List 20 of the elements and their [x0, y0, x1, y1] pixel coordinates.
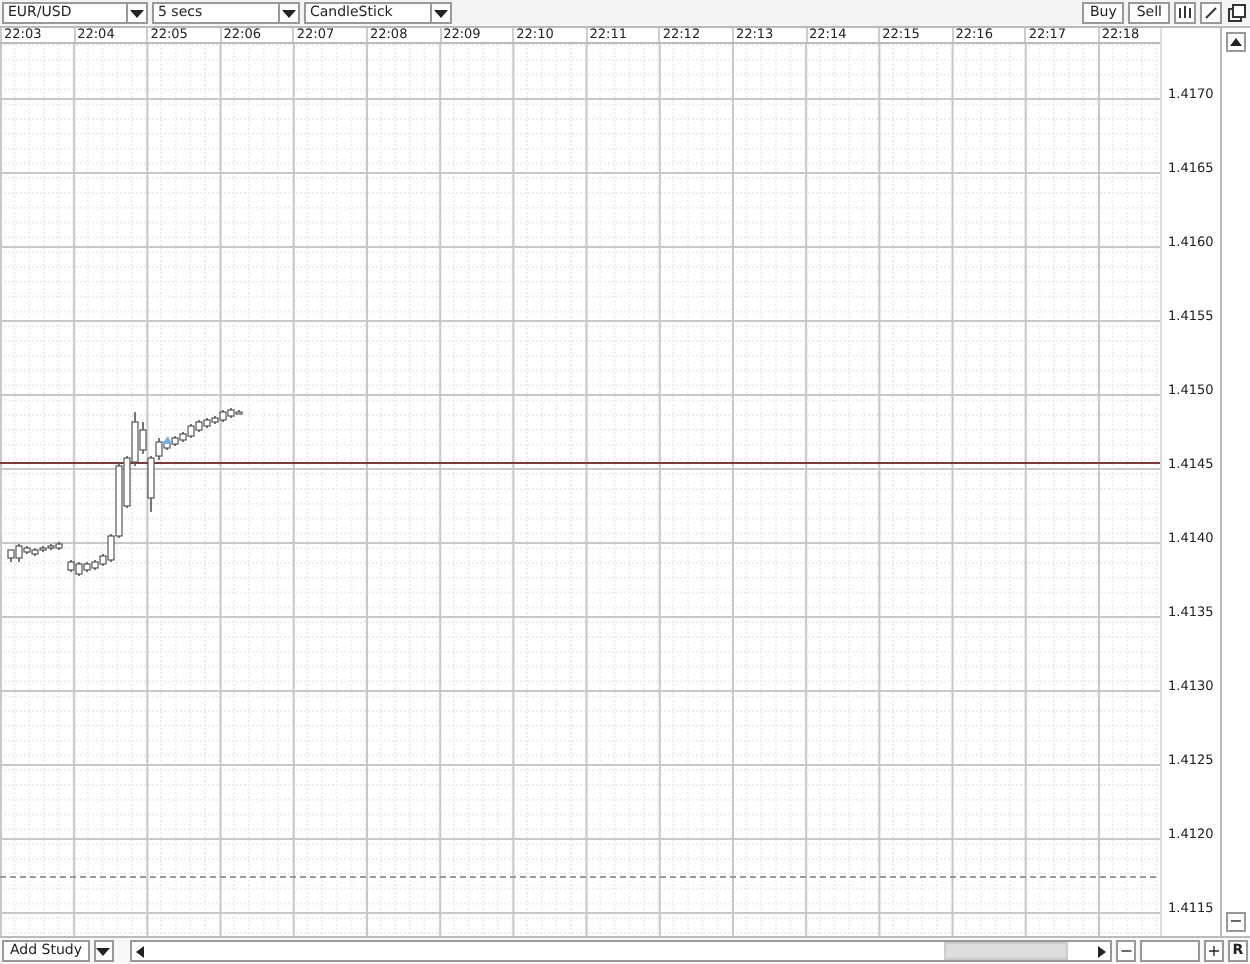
zoom-out-button[interactable]: −: [1116, 940, 1137, 962]
zoom-in-button[interactable]: +: [1204, 940, 1225, 962]
horizontal-scrollbar[interactable]: [129, 940, 1113, 962]
caret-icon: [130, 9, 144, 17]
line-icon: [1204, 6, 1218, 20]
add-study-dropdown[interactable]: [94, 940, 114, 962]
candles-icon: [1178, 6, 1192, 20]
scroll-thumb[interactable]: [943, 942, 1068, 960]
popout-button[interactable]: [1226, 2, 1248, 24]
up-arrow-icon: [1230, 38, 1242, 46]
caret-icon: [96, 947, 111, 955]
caret-icon: [434, 9, 448, 17]
chart-type-button[interactable]: [1174, 2, 1196, 24]
zoom-out-button[interactable]: −: [1226, 912, 1246, 932]
right-arrow-icon: [1098, 945, 1107, 957]
left-arrow-icon: [135, 945, 144, 957]
triangle-marker-icon: [162, 436, 172, 444]
scroll-up-button[interactable]: [1226, 32, 1246, 52]
draw-line-button[interactable]: [1200, 2, 1222, 24]
caret-icon: [282, 9, 296, 17]
